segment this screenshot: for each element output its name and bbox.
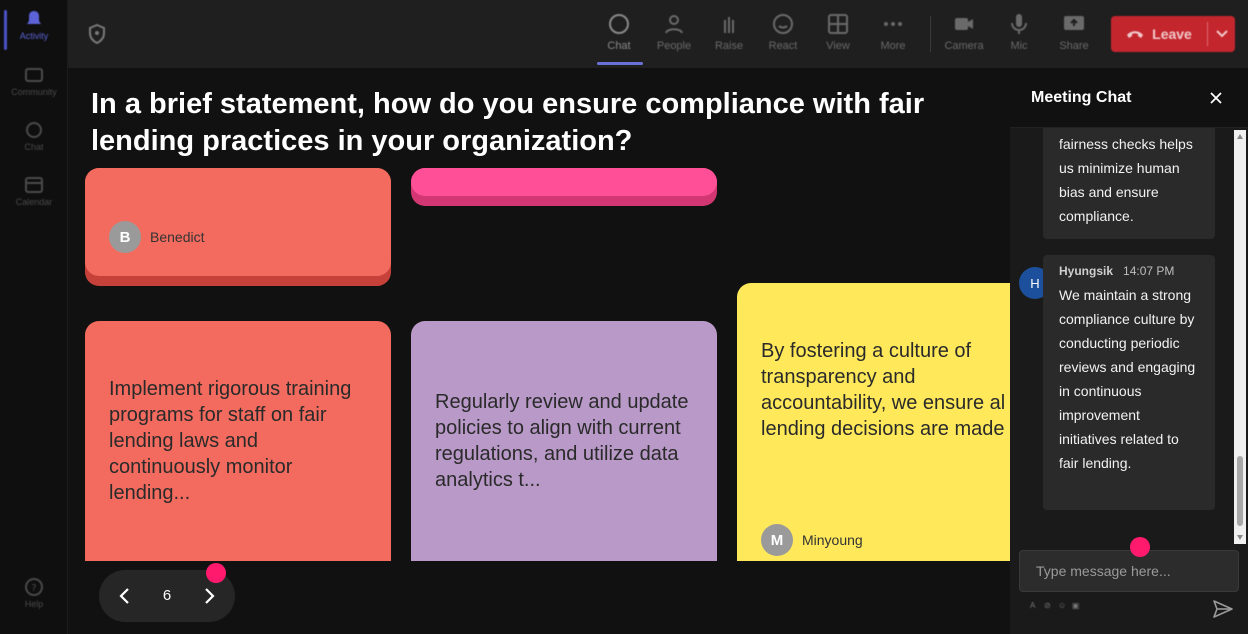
svg-text:?: ? bbox=[31, 583, 36, 594]
shield-icon[interactable] bbox=[88, 24, 106, 44]
bell-icon bbox=[27, 11, 41, 24]
chevron-down-icon[interactable] bbox=[1215, 28, 1229, 40]
smiley-icon bbox=[773, 14, 793, 34]
toolbar-chat-button[interactable]: Chat bbox=[595, 12, 643, 52]
card-author: B Benedict bbox=[109, 221, 204, 253]
response-card-pink[interactable] bbox=[411, 168, 717, 206]
scroll-up-arrow-icon[interactable] bbox=[1237, 134, 1243, 139]
question-title: In a brief statement, how do you ensure … bbox=[91, 88, 925, 157]
rail-item-chat[interactable]: Chat bbox=[0, 121, 68, 152]
card-face bbox=[411, 168, 717, 196]
avatar: B bbox=[109, 221, 141, 253]
card-text: Implement rigorous training programs for… bbox=[109, 378, 352, 504]
microphone-icon bbox=[1011, 14, 1027, 34]
camera-off-icon bbox=[955, 18, 973, 30]
toolbar-more-label: More bbox=[880, 40, 906, 52]
meeting-chat-panel: Meeting Chat fairness checks helps us mi… bbox=[1010, 68, 1248, 634]
response-card-training[interactable]: Implement rigorous training programs for… bbox=[85, 321, 391, 561]
more-dots-icon bbox=[884, 22, 902, 26]
rail-item-help[interactable]: ? Help bbox=[0, 578, 68, 609]
card-text: Regularly review and update policies to … bbox=[435, 391, 689, 491]
message-text: fairness checks helps us minimize human … bbox=[1059, 136, 1193, 224]
chevron-left-icon[interactable] bbox=[113, 584, 137, 608]
message-meta: Hyungsik 14:07 PM bbox=[1043, 255, 1215, 283]
rail-item-community[interactable]: Community bbox=[0, 66, 68, 97]
toolbar-raise-button[interactable]: Raise bbox=[705, 12, 753, 52]
toolbar-view-button[interactable]: View bbox=[814, 12, 862, 52]
grid-view-icon bbox=[828, 14, 848, 34]
raise-hand-icon bbox=[724, 17, 734, 33]
leave-divider bbox=[1207, 22, 1208, 46]
toolbar-mic-button[interactable]: Mic bbox=[995, 12, 1043, 52]
emoji-icon[interactable]: ☺ bbox=[1058, 602, 1066, 610]
toolbar-people-button[interactable]: People bbox=[650, 12, 698, 52]
rail-item-activity[interactable]: Activity bbox=[0, 10, 68, 50]
rail-label-activity: Activity bbox=[19, 31, 49, 41]
cursor-dot bbox=[206, 563, 226, 583]
page-number: 6 bbox=[162, 587, 172, 604]
help-icon: ? bbox=[25, 578, 43, 596]
toolbar-separator bbox=[930, 16, 931, 52]
toolbar-view-label: View bbox=[826, 40, 850, 52]
author-name: Minyoung bbox=[802, 532, 863, 548]
rail-label-help: Help bbox=[24, 599, 44, 609]
message-time: 14:07 PM bbox=[1123, 264, 1175, 278]
toolbar-chat-label: Chat bbox=[607, 40, 631, 52]
toolbar-react-label: React bbox=[768, 40, 798, 52]
card-author: M Minyoung bbox=[761, 524, 863, 556]
toolbar-camera-label: Camera bbox=[944, 40, 984, 52]
scroll-down-arrow-icon[interactable] bbox=[1237, 535, 1243, 540]
send-icon[interactable] bbox=[1212, 598, 1234, 620]
card-text: By fostering a culture of transparency a… bbox=[761, 340, 1010, 440]
chat-message-input[interactable] bbox=[1019, 550, 1239, 592]
presentation-stage: In a brief statement, how do you ensure … bbox=[68, 68, 1010, 634]
toolbar-more-button[interactable]: More bbox=[869, 12, 917, 52]
rail-label-chat: Chat bbox=[24, 142, 44, 152]
chat-header: Meeting Chat bbox=[1010, 68, 1248, 128]
response-card-benedict[interactable]: B Benedict bbox=[85, 168, 391, 286]
gif-icon[interactable]: ▣ bbox=[1072, 602, 1080, 610]
chat-message: fairness checks helps us minimize human … bbox=[1043, 128, 1215, 239]
toolbar-raise-label: Raise bbox=[714, 40, 744, 52]
rail-label-community: Community bbox=[11, 87, 57, 97]
toolbar-react-button[interactable]: React bbox=[759, 12, 807, 52]
leave-label: Leave bbox=[1152, 26, 1192, 42]
chat-title: Meeting Chat bbox=[1031, 89, 1132, 106]
rail-label-calendar: Calendar bbox=[15, 197, 53, 207]
share-screen-icon bbox=[1064, 16, 1084, 30]
toolbar-people-label: People bbox=[656, 40, 692, 52]
leave-button[interactable]: Leave bbox=[1111, 16, 1235, 52]
toolbar-camera-button[interactable]: Camera bbox=[940, 12, 988, 52]
toolbar-share-button[interactable]: Share bbox=[1050, 12, 1098, 52]
avatar: M bbox=[761, 524, 793, 556]
people-icon bbox=[665, 15, 683, 34]
message-sender: Hyungsik bbox=[1059, 264, 1114, 278]
toolbar-mic-label: Mic bbox=[1010, 40, 1028, 52]
meeting-toolbar: Chat People Raise React View More Camera… bbox=[68, 0, 1248, 68]
chat-message: Hyungsik 14:07 PM We maintain a strong co… bbox=[1043, 255, 1215, 510]
rail-item-calendar[interactable]: Calendar bbox=[0, 176, 68, 207]
author-name: Benedict bbox=[150, 229, 205, 245]
chat-icon bbox=[609, 14, 629, 34]
cursor-dot bbox=[1130, 537, 1150, 557]
active-tab-indicator bbox=[597, 62, 643, 65]
chevron-right-icon[interactable] bbox=[197, 584, 221, 608]
community-icon bbox=[25, 68, 43, 82]
response-card-review[interactable]: Regularly review and update policies to … bbox=[411, 321, 717, 561]
chat-scrollbar[interactable] bbox=[1234, 130, 1246, 544]
scroll-thumb[interactable] bbox=[1237, 456, 1243, 526]
attach-icon[interactable]: ⊘ bbox=[1044, 602, 1052, 610]
format-text-icon[interactable]: A bbox=[1030, 602, 1038, 610]
chat-icon bbox=[26, 122, 42, 138]
hang-up-icon bbox=[1127, 31, 1144, 38]
message-text: We maintain a strong compliance culture … bbox=[1059, 287, 1196, 471]
close-icon[interactable] bbox=[1208, 90, 1224, 106]
leave-main[interactable]: Leave bbox=[1111, 16, 1207, 52]
left-rail: Activity Community Chat Calendar ? Help bbox=[0, 0, 68, 634]
format-toolbar: A ⊘ ☺ ▣ bbox=[1030, 602, 1080, 610]
toolbar-share-label: Share bbox=[1059, 40, 1089, 52]
response-card-transparency[interactable]: By fostering a culture of transparency a… bbox=[737, 283, 1010, 561]
calendar-icon bbox=[25, 177, 43, 193]
